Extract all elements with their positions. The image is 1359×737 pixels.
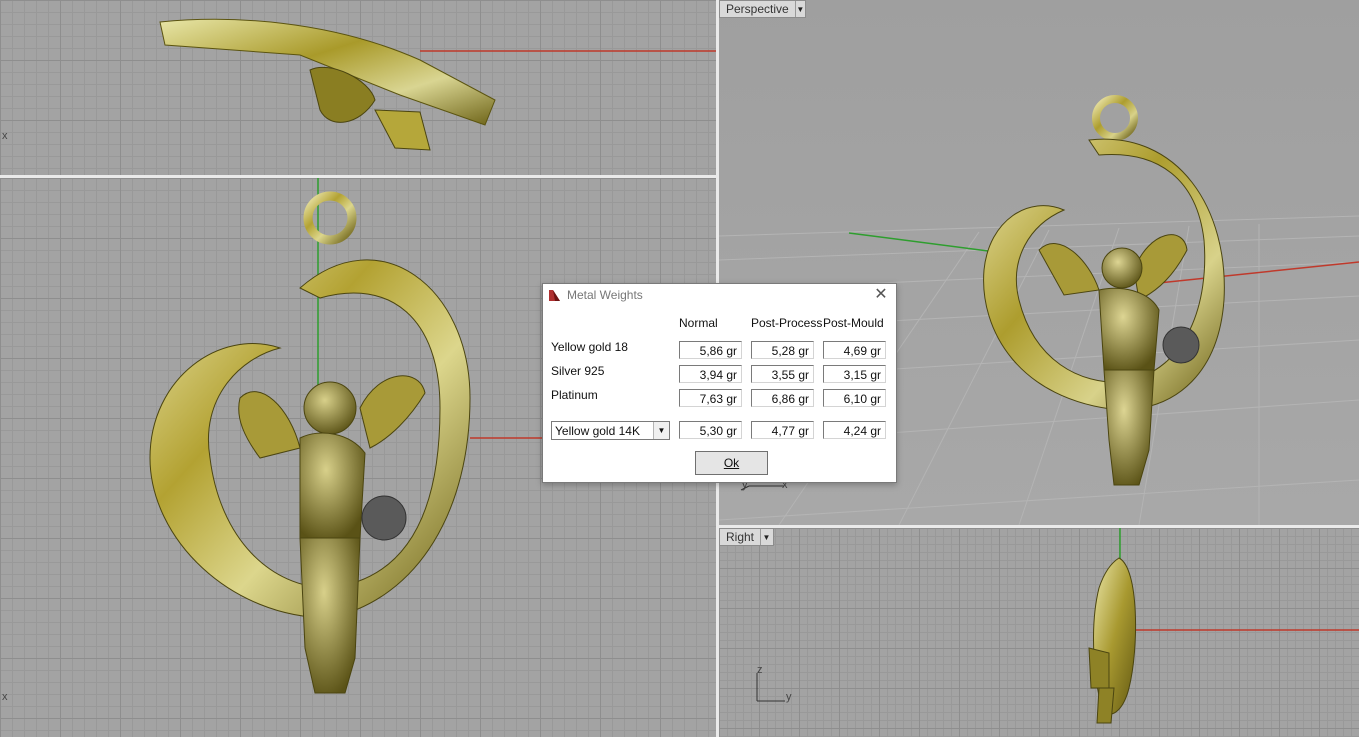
right-viewport-menu[interactable]: Right ▼	[719, 528, 774, 546]
perspective-viewport-title: Perspective	[726, 2, 789, 16]
viewport-divider-left[interactable]	[0, 175, 716, 178]
metal-weights-dialog: Metal Weights ✕ Normal Post-Process Post…	[542, 283, 897, 483]
value-field[interactable]: 4,24 gr	[823, 421, 886, 439]
value-field[interactable]: 7,63 gr	[679, 389, 742, 407]
dialog-title: Metal Weights	[567, 288, 643, 302]
value-field[interactable]: 6,86 gr	[751, 389, 814, 407]
value-field[interactable]: 3,94 gr	[679, 365, 742, 383]
column-header-normal: Normal	[679, 316, 718, 330]
metal-select[interactable]: Yellow gold 14K ▼	[551, 421, 670, 440]
close-icon[interactable]: ✕	[872, 286, 890, 304]
row-label-platinum: Platinum	[551, 388, 598, 402]
right-axis-y-label: y	[786, 691, 792, 703]
top-viewport[interactable]: x	[0, 0, 716, 175]
app-icon	[549, 290, 560, 301]
value-field[interactable]: 3,15 gr	[823, 365, 886, 383]
right-axis-z-label: z	[757, 664, 763, 676]
value-field[interactable]: 5,30 gr	[679, 421, 742, 439]
chevron-down-icon[interactable]: ▼	[760, 529, 772, 545]
ok-button-label: Ok	[723, 456, 740, 470]
value-field[interactable]: 5,86 gr	[679, 341, 742, 359]
top-axis-x-label: x	[2, 130, 8, 142]
value-field[interactable]: 6,10 gr	[823, 389, 886, 407]
right-view-model	[756, 528, 1359, 724]
viewport-divider-right[interactable]	[719, 525, 1359, 528]
value-field[interactable]: 4,77 gr	[751, 421, 814, 439]
value-field[interactable]: 5,28 gr	[751, 341, 814, 359]
value-field[interactable]: 3,55 gr	[751, 365, 814, 383]
value-field[interactable]: 4,69 gr	[823, 341, 886, 359]
column-header-post-process: Post-Process	[751, 316, 823, 330]
top-view-model	[159, 18, 716, 151]
column-header-post-mould: Post-Mould	[823, 316, 884, 330]
chevron-down-icon[interactable]: ▼	[794, 1, 805, 17]
right-viewport[interactable]: Right ▼ z y	[719, 528, 1359, 737]
row-label-yellow-gold-18: Yellow gold 18	[551, 340, 628, 354]
right-viewport-title: Right	[726, 530, 755, 544]
metal-select-value: Yellow gold 14K	[555, 424, 640, 438]
row-label-silver-925: Silver 925	[551, 364, 605, 378]
ok-button[interactable]: Ok	[695, 451, 768, 475]
chevron-down-icon[interactable]: ▼	[653, 422, 669, 439]
dialog-titlebar[interactable]: Metal Weights ✕	[543, 284, 896, 306]
front-axis-x-label: x	[2, 691, 8, 703]
perspective-viewport-menu[interactable]: Perspective ▼	[719, 0, 806, 18]
